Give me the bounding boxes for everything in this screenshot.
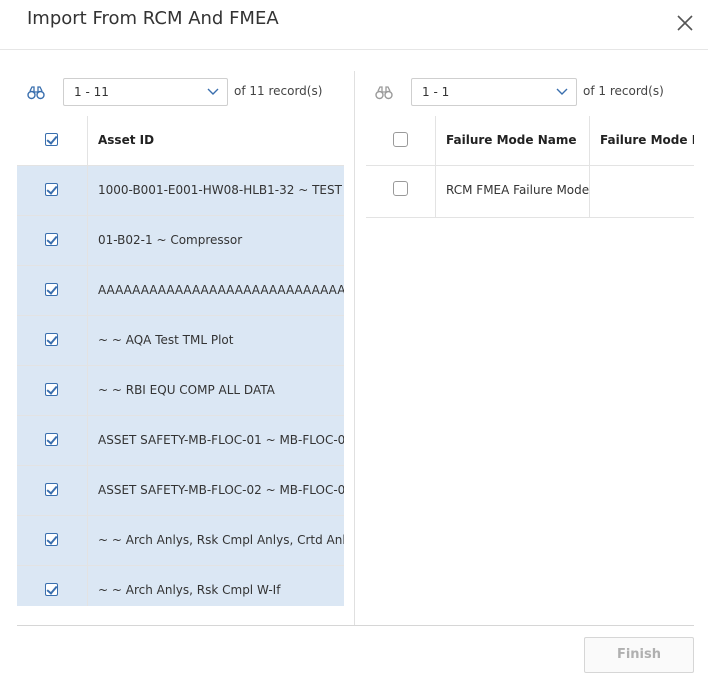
column-header-failure-mode-name[interactable]: Failure Mode Name — [436, 116, 590, 166]
row-checkbox[interactable] — [45, 533, 58, 546]
panel-divider — [354, 71, 355, 625]
close-icon[interactable] — [676, 14, 694, 32]
right-page-range-select[interactable]: 1 - 1 — [411, 78, 577, 106]
chevron-down-icon — [207, 88, 219, 95]
table-row[interactable]: ~ ~ Arch Anlys, Rsk Cmpl W-If — [17, 566, 344, 606]
row-checkbox[interactable] — [45, 283, 58, 296]
row-select-cell[interactable] — [17, 416, 88, 466]
asset-id-text: 01-B02-1 ~ Compressor — [98, 233, 243, 247]
asset-id-text: ~ ~ Arch Anlys, Rsk Cmpl Anlys, Crtd Anl… — [98, 533, 344, 547]
asset-id-cell: ~ ~ Arch Anlys, Rsk Cmpl Anlys, Crtd Anl… — [88, 516, 344, 566]
table-row[interactable]: 1000-B001-E001-HW08-HLB1-32 ~ TEST FL LO… — [17, 166, 344, 216]
select-all-cell[interactable] — [17, 116, 88, 166]
right-record-count: of 1 record(s) — [583, 84, 664, 98]
select-all-cell[interactable] — [366, 116, 436, 166]
row-checkbox[interactable] — [45, 433, 58, 446]
row-checkbox[interactable] — [45, 483, 58, 496]
failure-mode-grid-header: Failure Mode Name Failure Mode Location — [366, 116, 694, 166]
asset-id-cell: ~ ~ RBI EQU COMP ALL DATA — [88, 366, 344, 416]
column-header-failure-mode-location[interactable]: Failure Mode Location — [590, 116, 694, 166]
right-page-range-value: 1 - 1 — [422, 85, 450, 99]
table-row[interactable]: ASSET SAFETY-MB-FLOC-02 ~ MB-FLOC-02 ASS… — [17, 466, 344, 516]
asset-id-cell: ASSET SAFETY-MB-FLOC-02 ~ MB-FLOC-02 ASS… — [88, 466, 344, 516]
asset-id-cell: ~ ~ Arch Anlys, Rsk Cmpl W-If — [88, 566, 344, 606]
row-select-cell[interactable] — [17, 366, 88, 416]
asset-id-cell: 01-B02-1 ~ Compressor — [88, 216, 344, 266]
asset-grid: Asset ID 1000-B001-E001-HW08-HLB1-32 ~ T… — [17, 116, 344, 606]
left-page-range-value: 1 - 11 — [74, 85, 109, 99]
asset-id-cell: ~ ~ AQA Test TML Plot — [88, 316, 344, 366]
asset-grid-header: Asset ID — [17, 116, 344, 166]
row-select-cell[interactable] — [17, 166, 88, 216]
asset-id-text: ASSET SAFETY-MB-FLOC-02 ~ MB-FLOC-02 ASS… — [98, 483, 344, 497]
row-select-cell[interactable] — [17, 466, 88, 516]
column-header-asset-id[interactable]: Asset ID — [88, 116, 344, 166]
row-select-cell[interactable] — [17, 316, 88, 366]
asset-id-text: ~ ~ AQA Test TML Plot — [98, 333, 234, 347]
asset-id-text: ASSET SAFETY-MB-FLOC-01 ~ MB-FLOC-01 ASS… — [98, 433, 344, 447]
table-row[interactable]: ASSET SAFETY-MB-FLOC-01 ~ MB-FLOC-01 ASS… — [17, 416, 344, 466]
row-checkbox[interactable] — [45, 183, 58, 196]
select-all-checkbox[interactable] — [393, 132, 408, 147]
asset-id-cell: AAAAAAAAAAAAAAAAAAAAAAAAAAAAAAAAAAAAAAAA — [88, 266, 344, 316]
asset-id-cell: 1000-B001-E001-HW08-HLB1-32 ~ TEST FL LO… — [88, 166, 344, 216]
dialog-header: Import From RCM And FMEA — [0, 0, 708, 50]
row-checkbox[interactable] — [45, 583, 58, 596]
row-select-cell[interactable] — [366, 166, 436, 218]
binoculars-icon[interactable] — [27, 85, 45, 100]
row-select-cell[interactable] — [17, 266, 88, 316]
row-checkbox[interactable] — [45, 233, 58, 246]
row-checkbox[interactable] — [393, 181, 408, 196]
row-select-cell[interactable] — [17, 566, 88, 606]
left-page-range-select[interactable]: 1 - 11 — [63, 78, 228, 106]
row-select-cell[interactable] — [17, 516, 88, 566]
asset-id-text: AAAAAAAAAAAAAAAAAAAAAAAAAAAAAAAAAAAAAAAA — [98, 283, 344, 297]
asset-id-cell: ASSET SAFETY-MB-FLOC-01 ~ MB-FLOC-01 ASS… — [88, 416, 344, 466]
table-row[interactable]: ~ ~ RBI EQU COMP ALL DATA — [17, 366, 344, 416]
row-checkbox[interactable] — [45, 333, 58, 346]
table-row[interactable]: ~ ~ AQA Test TML Plot — [17, 316, 344, 366]
failure-mode-grid: Failure Mode Name Failure Mode Location … — [366, 116, 694, 226]
asset-id-text: ~ ~ Arch Anlys, Rsk Cmpl W-If — [98, 583, 281, 597]
dialog-title: Import From RCM And FMEA — [27, 8, 279, 29]
left-record-count: of 11 record(s) — [234, 84, 323, 98]
asset-id-text: 1000-B001-E001-HW08-HLB1-32 ~ TEST FL LO… — [98, 183, 344, 197]
table-row[interactable]: ~ ~ Arch Anlys, Rsk Cmpl Anlys, Crtd Anl… — [17, 516, 344, 566]
finish-button[interactable]: Finish — [584, 637, 694, 673]
table-row[interactable]: AAAAAAAAAAAAAAAAAAAAAAAAAAAAAAAAAAAAAAAA — [17, 266, 344, 316]
select-all-checkbox[interactable] — [45, 133, 58, 146]
table-row[interactable]: 01-B02-1 ~ Compressor — [17, 216, 344, 266]
row-checkbox[interactable] — [45, 383, 58, 396]
failure-mode-location-cell — [590, 166, 694, 218]
table-row[interactable]: RCM FMEA Failure Mode — [366, 166, 694, 218]
failure-mode-name-cell: RCM FMEA Failure Mode — [436, 166, 590, 218]
chevron-down-icon — [556, 88, 568, 95]
binoculars-icon[interactable] — [375, 85, 393, 100]
footer-divider — [17, 625, 694, 626]
row-select-cell[interactable] — [17, 216, 88, 266]
asset-id-text: ~ ~ RBI EQU COMP ALL DATA — [98, 383, 275, 397]
